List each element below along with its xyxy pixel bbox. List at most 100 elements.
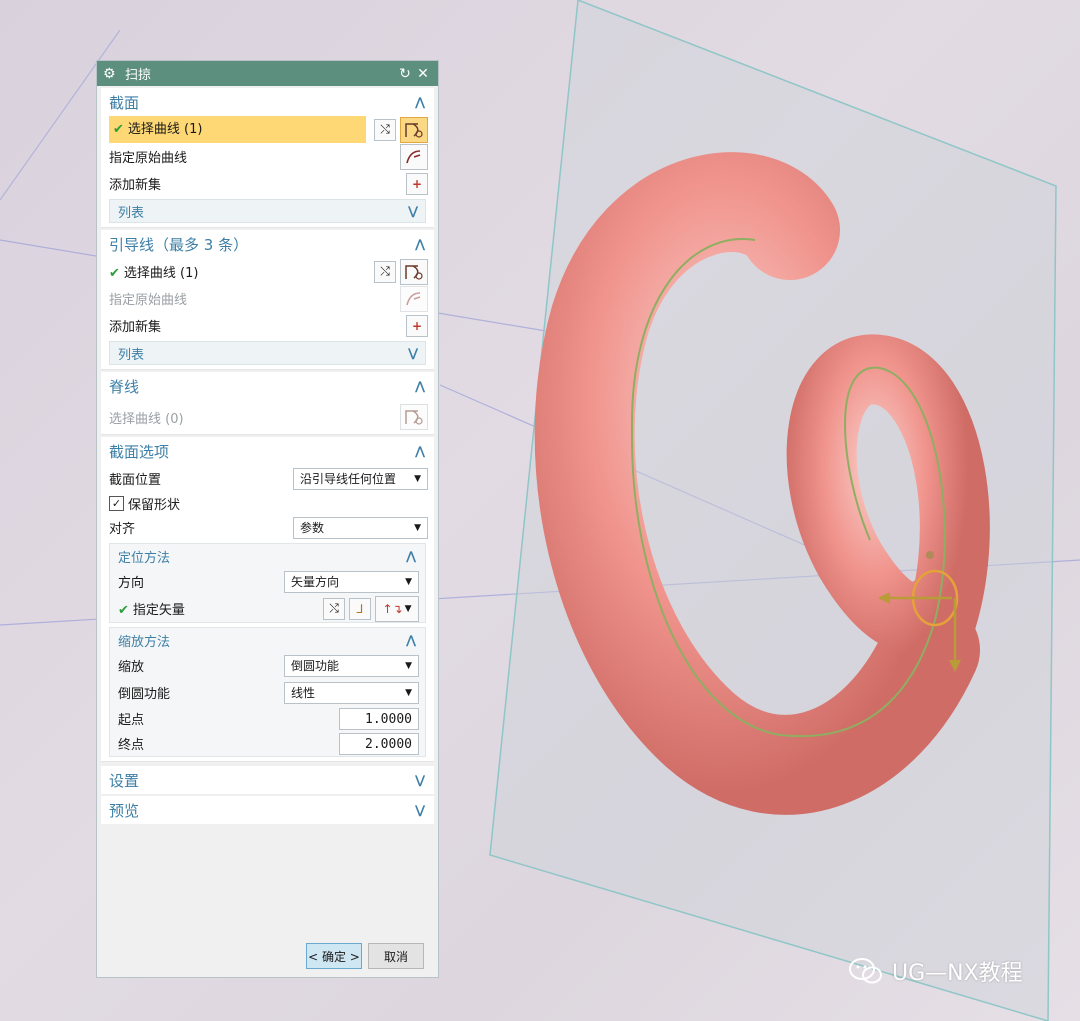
- spine-select-curve-row[interactable]: 选择曲线 (0): [101, 400, 434, 434]
- specify-vector-label: 指定矢量: [132, 603, 185, 618]
- scaling-header[interactable]: 缩放方法 ⋀: [110, 628, 425, 652]
- reverse-direction-icon[interactable]: ⤭: [374, 260, 396, 283]
- start-label: 起点: [118, 713, 145, 728]
- chevron-down-icon[interactable]: ⋁: [405, 346, 421, 360]
- align-select[interactable]: 参数 ▼: [293, 516, 428, 539]
- section-options-group: 截面选项 ⋀ 截面位置 沿引导线任何位置 ▼ ✓ 保留形状 对齐 参数 ▼ 定位…: [101, 437, 434, 762]
- blend-select[interactable]: 线性 ▼: [284, 681, 419, 704]
- guide-group: 引导线（最多 3 条） ⋀ ✔ 选择曲线 (1) ⤭ 指定原始曲线 添加新集 + …: [101, 230, 434, 370]
- guide-group-title: 引导线（最多 3 条）: [109, 235, 249, 254]
- gear-icon[interactable]: ⚙: [103, 66, 119, 82]
- start-value-input[interactable]: 1.0000: [339, 707, 419, 730]
- guide-add-set-row[interactable]: 添加新集 +: [101, 312, 434, 339]
- chevron-up-icon[interactable]: ⋀: [412, 444, 428, 458]
- check-icon: ✔: [113, 122, 124, 137]
- section-position-row: 截面位置 沿引导线任何位置 ▼: [101, 465, 434, 492]
- chevron-up-icon[interactable]: ⋀: [412, 237, 428, 251]
- section-list-toggle[interactable]: 列表 ⋁: [109, 199, 426, 223]
- guide-specify-origin-label: 指定原始曲线: [109, 293, 188, 308]
- guide-select-curve-row[interactable]: ✔ 选择曲线 (1) ⤭: [101, 258, 434, 285]
- guide-group-header[interactable]: 引导线（最多 3 条） ⋀: [101, 230, 434, 258]
- dropdown-caret-icon: ▼: [414, 473, 421, 484]
- ok-button[interactable]: < 确定 >: [306, 943, 362, 969]
- reverse-direction-icon[interactable]: ⤭: [323, 597, 345, 620]
- vector-arrows-icon: ↑↴: [382, 601, 403, 616]
- scaling-subgroup: 缩放方法 ⋀ 缩放 倒圆功能 ▼ 倒圆功能 线性 ▼ 起点 1.0000 终点 …: [109, 627, 426, 757]
- section-position-select[interactable]: 沿引导线任何位置 ▼: [293, 467, 428, 490]
- orientation-header[interactable]: 定位方法 ⋀: [110, 544, 425, 568]
- scale-select[interactable]: 倒圆功能 ▼: [284, 654, 419, 677]
- reset-icon[interactable]: ↻: [396, 66, 414, 82]
- guide-specify-origin-row: 指定原始曲线: [101, 285, 434, 312]
- origin-curve-icon: [400, 285, 428, 312]
- curve-select-icon[interactable]: [400, 116, 428, 143]
- vector-dialog-icon[interactable]: ⅃: [349, 597, 371, 620]
- check-icon: ✔: [109, 266, 120, 281]
- dropdown-caret-icon: ▼: [405, 687, 412, 698]
- chevron-up-icon[interactable]: ⋀: [412, 95, 428, 109]
- close-icon[interactable]: ✕: [414, 66, 432, 82]
- end-label: 终点: [118, 738, 145, 753]
- blend-label: 倒圆功能: [118, 687, 171, 702]
- orientation-title: 定位方法: [118, 550, 171, 566]
- spine-select-curve-label: 选择曲线 (0): [109, 411, 184, 427]
- reverse-direction-icon[interactable]: ⤭: [374, 118, 396, 141]
- dialog-title: 扫掠: [125, 68, 152, 83]
- guide-add-set-label: 添加新集: [109, 320, 162, 335]
- section-add-set-row[interactable]: 添加新集 +: [101, 170, 434, 197]
- dialog-titlebar[interactable]: ⚙ 扫掠 ↻ ✕: [97, 61, 438, 86]
- guide-select-curve-label: 选择曲线 (1): [123, 266, 199, 281]
- section-specify-origin-row[interactable]: 指定原始曲线: [101, 143, 434, 170]
- vector-type-dropdown[interactable]: ↑↴ ▼: [375, 595, 419, 622]
- add-set-icon[interactable]: +: [406, 314, 428, 337]
- blend-row: 倒圆功能 线性 ▼: [110, 679, 425, 706]
- watermark: UG—NX教程: [848, 955, 1023, 987]
- wechat-icon: [849, 958, 882, 984]
- dropdown-caret-icon: ▼: [405, 576, 412, 587]
- section-add-set-label: 添加新集: [109, 178, 162, 193]
- section-group-header[interactable]: 截面 ⋀: [101, 88, 434, 116]
- origin-curve-icon[interactable]: [400, 143, 428, 170]
- section-options-title: 截面选项: [109, 442, 170, 461]
- preview-header[interactable]: 预览 ⋁: [101, 796, 434, 824]
- guide-list-toggle[interactable]: 列表 ⋁: [109, 341, 426, 365]
- settings-title: 设置: [109, 771, 140, 790]
- spine-group: 脊线 ⋀ 选择曲线 (0): [101, 372, 434, 435]
- guide-list-label: 列表: [118, 347, 145, 363]
- spine-group-header[interactable]: 脊线 ⋀: [101, 372, 434, 400]
- chevron-down-icon[interactable]: ⋁: [412, 773, 428, 787]
- settings-group[interactable]: 设置 ⋁: [101, 766, 434, 794]
- specify-vector-row[interactable]: ✔ 指定矢量 ⤭ ⅃ ↑↴ ▼: [110, 595, 425, 622]
- scale-value: 倒圆功能: [291, 659, 340, 673]
- chevron-up-icon[interactable]: ⋀: [403, 549, 419, 563]
- chevron-up-icon[interactable]: ⋀: [412, 379, 428, 393]
- chevron-down-icon[interactable]: ⋁: [405, 204, 421, 218]
- manipulator-point[interactable]: [926, 551, 934, 559]
- section-select-curve-row[interactable]: ✔ 选择曲线 (1) ⤭: [101, 116, 434, 143]
- chevron-up-icon[interactable]: ⋀: [403, 633, 419, 647]
- align-value: 参数: [300, 521, 325, 535]
- direction-select[interactable]: 矢量方向 ▼: [284, 570, 419, 593]
- end-value-input[interactable]: 2.0000: [339, 732, 419, 755]
- curve-select-icon[interactable]: [400, 404, 428, 430]
- dialog-footer: < 确定 > 取消: [97, 943, 438, 969]
- add-set-icon[interactable]: +: [406, 172, 428, 195]
- end-row: 终点 2.0000: [110, 731, 425, 756]
- curve-select-icon[interactable]: [400, 258, 428, 285]
- preview-title: 预览: [109, 801, 140, 820]
- cancel-button[interactable]: 取消: [368, 943, 424, 969]
- scaling-title: 缩放方法: [118, 634, 171, 650]
- settings-header[interactable]: 设置 ⋁: [101, 766, 434, 794]
- direction-label: 方向: [118, 576, 145, 591]
- preserve-shape-checkbox[interactable]: ✓: [109, 495, 124, 511]
- section-position-label: 截面位置: [109, 473, 162, 488]
- section-options-header[interactable]: 截面选项 ⋀: [101, 437, 434, 465]
- section-specify-origin-label: 指定原始曲线: [109, 151, 188, 166]
- chevron-down-icon[interactable]: ⋁: [412, 803, 428, 817]
- section-group-title: 截面: [109, 93, 140, 112]
- direction-row: 方向 矢量方向 ▼: [110, 568, 425, 595]
- dropdown-caret-icon: ▼: [414, 522, 421, 533]
- direction-value: 矢量方向: [291, 575, 340, 589]
- preserve-shape-row[interactable]: ✓ 保留形状: [101, 492, 434, 514]
- preview-group[interactable]: 预览 ⋁: [101, 796, 434, 824]
